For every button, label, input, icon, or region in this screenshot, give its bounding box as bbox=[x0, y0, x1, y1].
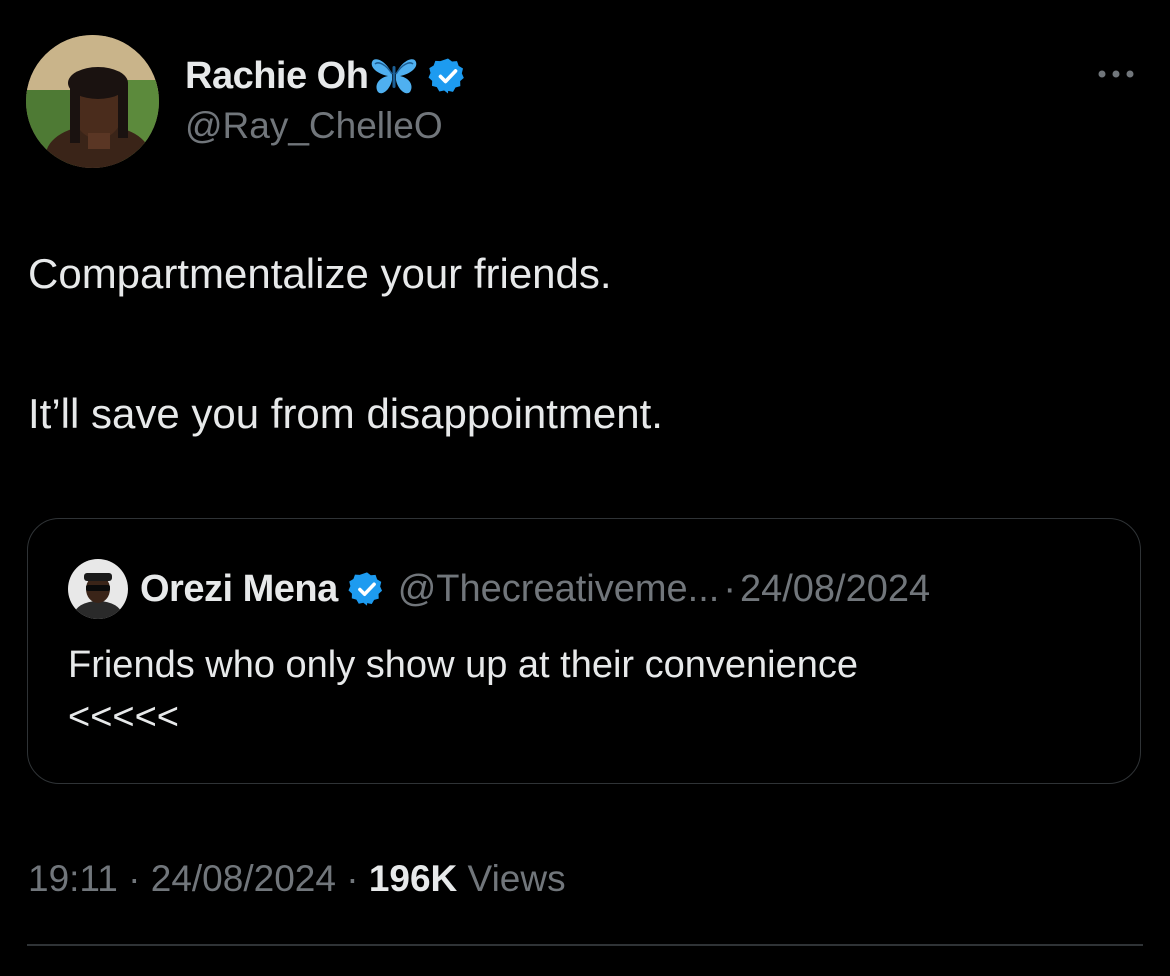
quoted-author-avatar[interactable] bbox=[68, 559, 128, 619]
views-label: Views bbox=[457, 858, 566, 899]
author-handle[interactable]: @Ray_ChelleO bbox=[185, 105, 443, 147]
quoted-tweet-card[interactable]: Orezi Mena @Thecreativeme... · 24/08/202… bbox=[27, 518, 1141, 784]
verified-badge-icon[interactable] bbox=[428, 56, 468, 96]
author-avatar[interactable] bbox=[26, 35, 159, 168]
separator-dot: · bbox=[723, 567, 736, 610]
quoted-tweet-header: Orezi Mena @Thecreativeme... · 24/08/202… bbox=[140, 563, 930, 615]
quoted-author-handle[interactable]: @Thecreativeme... bbox=[398, 568, 720, 611]
author-name-row: Rachie Oh bbox=[185, 52, 468, 100]
quoted-tweet-date[interactable]: 24/08/2024 bbox=[740, 568, 930, 611]
tweet-time[interactable]: 19:11 bbox=[28, 858, 118, 899]
separator-dot: · bbox=[117, 858, 151, 899]
tweet-meta: 19:11 · 24/08/2024 · 196K Views bbox=[28, 858, 566, 900]
quoted-tweet-text-line: <<<<< bbox=[68, 696, 179, 738]
quoted-tweet-text: Friends who only show up at their conven… bbox=[68, 639, 858, 743]
author-display-name[interactable]: Rachie Oh bbox=[185, 55, 369, 98]
quoted-tweet-text-line: Friends who only show up at their conven… bbox=[68, 644, 859, 686]
views-count[interactable]: 196K bbox=[369, 858, 457, 899]
more-options-icon[interactable] bbox=[1092, 62, 1140, 86]
tweet-date[interactable]: 24/08/2024 bbox=[151, 858, 336, 899]
tweet-text-line: Compartmentalize your friends. bbox=[28, 250, 612, 297]
quoted-author-name[interactable]: Orezi Mena bbox=[140, 568, 338, 611]
separator-dot: · bbox=[335, 858, 369, 899]
verified-badge-icon[interactable] bbox=[348, 570, 386, 608]
tweet-text-line: It’ll save you from disappointment. bbox=[28, 390, 663, 437]
divider bbox=[27, 944, 1143, 946]
butterfly-icon bbox=[370, 54, 418, 98]
